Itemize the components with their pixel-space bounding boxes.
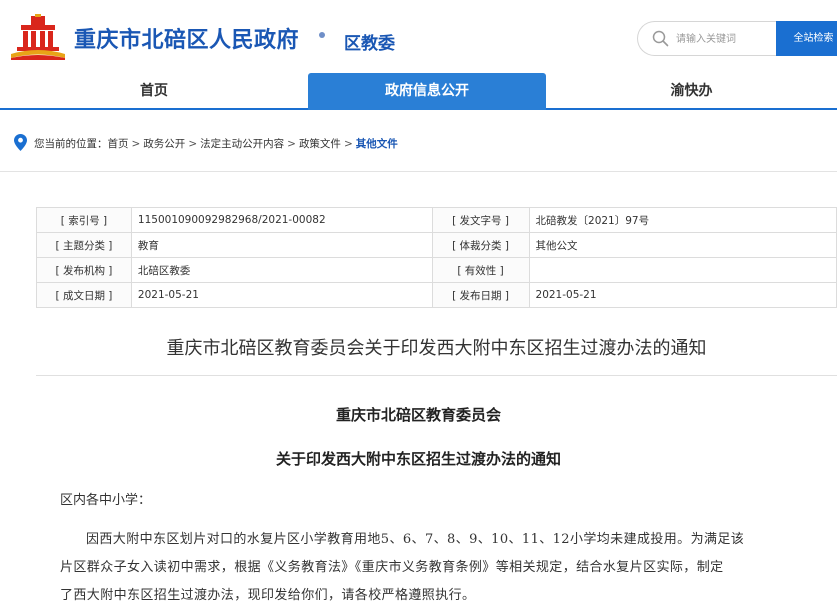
breadcrumb-home[interactable]: 首页 <box>108 138 129 150</box>
meta-value-topic: 教育 <box>130 232 433 258</box>
document-body-line: 了西大附中东区招生过渡办法，现印发给你们，请各校严格遵照执行。 <box>60 588 476 603</box>
table-row: [ 发布机构 ] 北碚区教委 [ 有效性 ] <box>36 257 837 283</box>
meta-value-publisher: 北碚区教委 <box>130 257 433 283</box>
meta-label-genre: [ 体裁分类 ] <box>431 232 530 258</box>
location-pin-icon <box>14 134 27 151</box>
meta-label-publisher: [ 发布机构 ] <box>36 257 132 283</box>
meta-value-doc-no: 北碚教发〔2021〕97号 <box>528 207 837 233</box>
breadcrumb-separator: > <box>131 138 141 150</box>
site-title[interactable]: 重庆市北碚区人民政府 <box>74 22 299 54</box>
site-header: 重庆市北碚区人民政府 区教委 全站检索 <box>0 0 837 73</box>
breadcrumb-prefix: 您当前的位置： <box>34 138 108 150</box>
nav-item-yukuaiban[interactable]: 渝快办 <box>546 73 837 110</box>
gov-building-logo-icon[interactable] <box>9 14 67 60</box>
document-body-line: 因西大附中东区划片对口的水复片区小学教育用地5、6、7、8、9、10、11、12… <box>86 532 745 547</box>
title-separator-dot <box>319 32 325 38</box>
table-row: [ 索引号 ] 115001090092982968/2021-00082 [ … <box>36 207 837 233</box>
breadcrumb-separator: > <box>188 138 198 150</box>
meta-label-doc-no: [ 发文字号 ] <box>431 207 530 233</box>
breadcrumb-other-docs[interactable]: 其他文件 <box>356 138 398 150</box>
breadcrumb-policy-docs[interactable]: 政策文件 <box>299 138 341 150</box>
meta-label-topic: [ 主题分类 ] <box>36 232 132 258</box>
document-body-line: 片区群众子女入读初中需求，根据《义务教育法》《重庆市义务教育条例》等相关规定，结… <box>60 560 724 575</box>
meta-value-index-no: 115001090092982968/2021-00082 <box>130 207 433 233</box>
meta-label-validity: [ 有效性 ] <box>431 257 530 283</box>
table-row: [ 成文日期 ] 2021-05-21 [ 发布日期 ] 2021-05-21 <box>36 282 837 308</box>
meta-label-publish-date: [ 发布日期 ] <box>431 282 530 308</box>
breadcrumb-gov-affairs[interactable]: 政务公开 <box>143 138 185 150</box>
meta-value-written-date: 2021-05-21 <box>130 282 433 308</box>
document-metadata-table: [ 索引号 ] 115001090092982968/2021-00082 [ … <box>36 207 837 308</box>
nav-item-gov-info-disclosure[interactable]: 政府信息公开 <box>308 73 546 110</box>
meta-value-validity <box>528 257 837 283</box>
meta-value-genre: 其他公文 <box>528 232 837 258</box>
meta-value-publish-date: 2021-05-21 <box>528 282 837 308</box>
breadcrumb-statutory[interactable]: 法定主动公开内容 <box>200 138 284 150</box>
document-salutation: 区内各中小学： <box>60 493 152 508</box>
breadcrumb: 您当前的位置：首页 > 政务公开 > 法定主动公开内容 > 政策文件 > 其他文件 <box>34 136 398 151</box>
breadcrumb-bar: 您当前的位置：首页 > 政务公开 > 法定主动公开内容 > 政策文件 > 其他文件 <box>0 112 837 172</box>
main-nav: 首页 政府信息公开 渝快办 <box>0 73 837 110</box>
document-title: 重庆市北碚区教育委员会关于印发西大附中东区招生过渡办法的通知 <box>36 327 837 376</box>
table-row: [ 主题分类 ] 教育 [ 体裁分类 ] 其他公文 <box>36 232 837 258</box>
search-icon <box>652 30 669 47</box>
department-name[interactable]: 区教委 <box>344 29 395 54</box>
meta-label-written-date: [ 成文日期 ] <box>36 282 132 308</box>
breadcrumb-separator: > <box>343 138 353 150</box>
document-org-heading: 重庆市北碚区教育委员会 <box>335 406 501 424</box>
search-input[interactable] <box>676 29 772 49</box>
document-notice-heading: 关于印发西大附中东区招生过渡办法的通知 <box>275 450 561 468</box>
site-search-button[interactable]: 全站检索 <box>776 21 837 56</box>
nav-item-home[interactable]: 首页 <box>0 73 308 110</box>
breadcrumb-separator: > <box>287 138 296 150</box>
meta-label-index-no: [ 索引号 ] <box>36 207 132 233</box>
